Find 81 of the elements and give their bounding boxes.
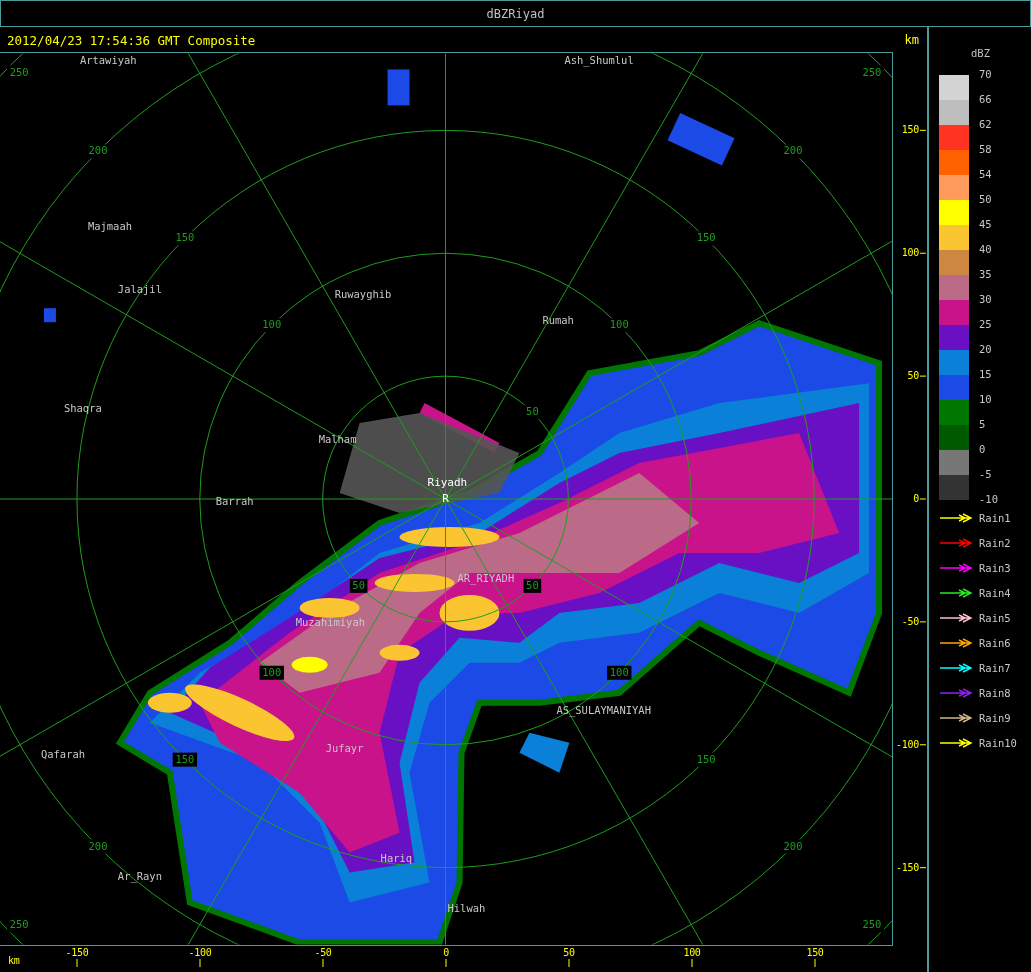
place-label: Shaqra bbox=[63, 402, 102, 415]
legend-tick-label: 10 bbox=[979, 393, 992, 405]
track-label: Rain6 bbox=[979, 637, 1011, 649]
range-ring-label: 200 bbox=[783, 144, 803, 157]
legend-tick-label: -10 bbox=[979, 493, 998, 505]
radar-site-marker: R bbox=[442, 492, 449, 505]
x-axis-tick-label: 100 bbox=[683, 947, 701, 958]
place-label: Barrah bbox=[215, 495, 254, 507]
x-axis-tick-label: 50 bbox=[563, 947, 575, 958]
track-label: Rain1 bbox=[979, 512, 1011, 524]
x-axis-tick-label: -50 bbox=[314, 947, 332, 958]
range-ring-label: 150 bbox=[696, 752, 716, 765]
range-ring-label: 150 bbox=[696, 231, 716, 244]
place-label: Rumah bbox=[542, 314, 574, 327]
legend-tick-label: 20 bbox=[979, 343, 992, 355]
range-ring-label: 100 bbox=[262, 665, 282, 678]
range-ring-label: 250 bbox=[9, 65, 29, 78]
legend-unit-label: dBZ bbox=[971, 47, 990, 61]
range-ring-label: 150 bbox=[175, 231, 195, 244]
legend-tick-label: 30 bbox=[979, 293, 992, 305]
y-axis-tick-label: 100 bbox=[901, 247, 919, 259]
range-ring-label: 50 bbox=[352, 578, 365, 591]
track-label: Rain7 bbox=[979, 662, 1011, 674]
legend-tick-label: 70 bbox=[979, 68, 992, 80]
y-axis-tick-label: 150 bbox=[901, 124, 919, 136]
place-label: Ruwayghib bbox=[334, 288, 392, 301]
range-ring-label: 50 bbox=[526, 578, 539, 591]
x-axis-tick-label: 0 bbox=[443, 947, 449, 958]
track-label: Rain10 bbox=[979, 737, 1017, 749]
track-label: Rain3 bbox=[979, 562, 1011, 574]
legend-tick-label: 15 bbox=[979, 368, 992, 380]
place-label: AR_RIYADH bbox=[457, 571, 515, 584]
legend-tick-label: 40 bbox=[979, 243, 992, 255]
range-ring-label: 50 bbox=[526, 405, 539, 418]
place-label: Majmaah bbox=[87, 220, 133, 233]
y-axis-tick-label: 50 bbox=[907, 370, 919, 382]
y-axis-tick-label: 0 bbox=[913, 493, 919, 504]
y-axis-tick-label: -100 bbox=[896, 738, 919, 750]
place-label: Artawiyah bbox=[79, 54, 137, 67]
legend-tick-label: 54 bbox=[979, 168, 992, 180]
range-ring-label: 150 bbox=[175, 752, 195, 765]
legend-tick-label: 35 bbox=[979, 268, 992, 280]
range-ring-label: 250 bbox=[862, 918, 882, 931]
range-ring-label: 200 bbox=[783, 839, 803, 852]
range-ring-label: 100 bbox=[609, 665, 629, 678]
x-axis-tick-label: -150 bbox=[65, 947, 89, 958]
place-label: Hariq bbox=[380, 851, 413, 864]
y-axis-tick-label: -50 bbox=[901, 615, 919, 627]
y-axis-tick-label: -150 bbox=[896, 861, 919, 873]
track-label: Rain4 bbox=[979, 587, 1011, 599]
legend-tick-label: 45 bbox=[979, 218, 992, 230]
timestamp-label: 2012/04/23 17:54:36 GMT Composite bbox=[7, 32, 256, 48]
range-ring-label: 250 bbox=[9, 918, 29, 931]
range-ring-label: 200 bbox=[88, 839, 108, 852]
legend-tick-label: 62 bbox=[979, 118, 992, 130]
track-label: Rain8 bbox=[979, 687, 1011, 699]
x-axis-unit-label: km bbox=[8, 955, 20, 966]
legend-tick-label: -5 bbox=[979, 468, 992, 480]
x-axis-tick-label: -100 bbox=[188, 947, 212, 958]
window-title: dBZRiyad bbox=[486, 6, 545, 21]
place-label: Ar_Rayn bbox=[117, 869, 162, 882]
place-label: Jufayr bbox=[325, 741, 364, 754]
legend-tick-label: 50 bbox=[979, 193, 992, 205]
range-ring-label: 250 bbox=[862, 65, 882, 78]
track-label: Rain9 bbox=[979, 712, 1011, 724]
legend-tick-label: 5 bbox=[979, 418, 986, 430]
range-ring-label: 100 bbox=[262, 318, 282, 331]
x-axis-tick-label: 150 bbox=[806, 947, 824, 958]
place-label: Jalajil bbox=[117, 283, 162, 296]
place-label: Ash_Shumlul bbox=[564, 54, 634, 67]
legend-tick-label: 58 bbox=[979, 143, 992, 155]
legend-tick-label: 0 bbox=[979, 443, 986, 455]
radar-site-label: Riyadh bbox=[427, 476, 468, 489]
range-ring-label: 100 bbox=[609, 318, 629, 331]
track-label: Rain2 bbox=[979, 537, 1011, 549]
track-label: Rain5 bbox=[979, 612, 1011, 624]
legend-tick-label: 66 bbox=[979, 93, 992, 105]
unit-label: km bbox=[904, 33, 919, 47]
place-label: Qafarah bbox=[40, 747, 86, 760]
range-ring-label: 200 bbox=[88, 144, 108, 157]
legend-tick-label: 25 bbox=[979, 318, 992, 330]
